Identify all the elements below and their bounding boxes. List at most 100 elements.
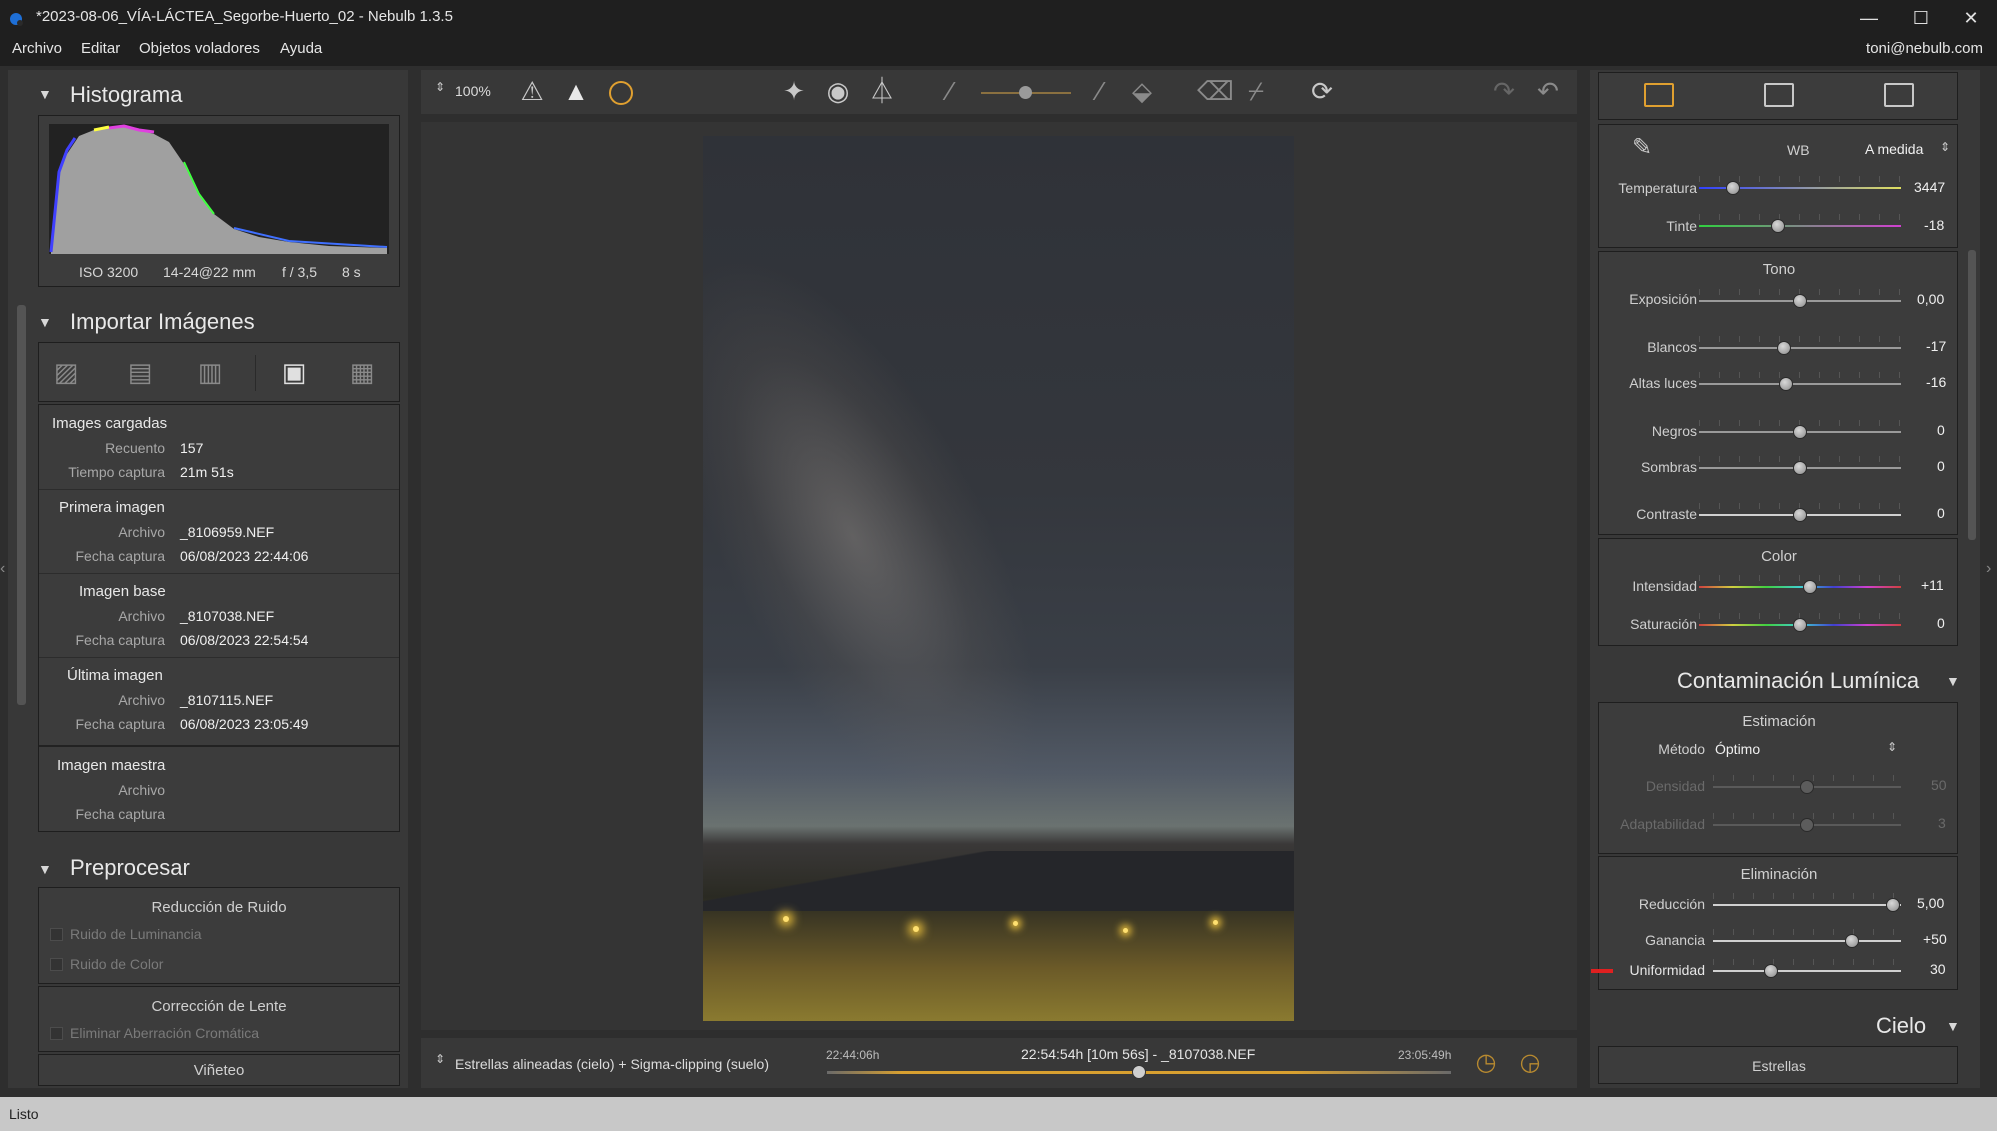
warning-outline-icon[interactable]: ⚠ xyxy=(517,76,547,106)
planet-icon[interactable]: ◉ xyxy=(823,76,853,106)
reduction-value[interactable]: 5,00 xyxy=(1917,895,1944,911)
close-button[interactable]: ✕ xyxy=(1945,0,1997,36)
tint-knob[interactable] xyxy=(1770,219,1785,233)
highlights-value[interactable]: -16 xyxy=(1926,374,1946,390)
contrast-value[interactable]: 0 xyxy=(1937,505,1945,521)
clock-back-icon[interactable]: ◶ xyxy=(1515,1048,1545,1078)
chromatic-aberration-checkbox[interactable] xyxy=(50,1027,63,1040)
vignette-box[interactable]: Viñeteo xyxy=(38,1054,400,1086)
reduction-slider[interactable] xyxy=(1713,893,1901,913)
whites-value[interactable]: -17 xyxy=(1926,338,1946,354)
gain-slider[interactable] xyxy=(1713,929,1901,949)
zoom-level[interactable]: 100% xyxy=(455,83,491,99)
method-value[interactable]: Óptimo xyxy=(1715,741,1760,757)
undo-icon[interactable]: ↶ xyxy=(1533,76,1563,106)
highlights-slider[interactable] xyxy=(1699,372,1901,392)
saturation-slider[interactable] xyxy=(1699,613,1901,633)
magic-wand-icon[interactable]: ⁄ xyxy=(935,76,965,106)
method-spinner-icon[interactable]: ⇕ xyxy=(1887,740,1897,754)
density-knob[interactable] xyxy=(1800,780,1814,794)
eraser-icon[interactable]: ⌫ xyxy=(1197,76,1234,106)
left-collapse-arrow-icon[interactable]: ‹ xyxy=(0,560,8,610)
density-slider[interactable] xyxy=(1713,775,1901,795)
menu-objetos-voladores[interactable]: Objetos voladores xyxy=(139,40,260,57)
shadows-slider[interactable] xyxy=(1699,456,1901,476)
saturation-value[interactable]: 0 xyxy=(1937,615,1945,631)
temperature-value[interactable]: 3447 xyxy=(1914,179,1945,195)
light-pollution-collapse-icon[interactable]: ▼ xyxy=(1946,673,1960,689)
shadows-value[interactable]: 0 xyxy=(1937,458,1945,474)
menu-ayuda[interactable]: Ayuda xyxy=(280,40,322,57)
luminance-noise-checkbox[interactable] xyxy=(50,928,63,941)
gain-value[interactable]: +50 xyxy=(1923,931,1947,947)
exposure-knob[interactable] xyxy=(1793,294,1807,308)
user-account[interactable]: toni@nebulb.com xyxy=(1866,40,1983,57)
whites-knob[interactable] xyxy=(1776,341,1791,355)
contrast-knob[interactable] xyxy=(1793,508,1807,522)
right-scrollbar[interactable] xyxy=(1968,250,1976,540)
sky-collapse-icon[interactable]: ▼ xyxy=(1946,1018,1960,1034)
maximize-button[interactable]: ☐ xyxy=(1895,0,1947,36)
import-paste-icon[interactable]: ▦ xyxy=(347,357,377,387)
shadows-knob[interactable] xyxy=(1793,461,1807,475)
tint-slider[interactable] xyxy=(1699,214,1901,234)
exposure-value[interactable]: 0,00 xyxy=(1917,291,1944,307)
import-photos-icon[interactable]: ▨ xyxy=(51,357,81,387)
fill-bucket-icon[interactable]: ⬙ xyxy=(1127,76,1157,106)
temperature-knob[interactable] xyxy=(1726,181,1741,195)
import-collapse-icon[interactable]: ▼ xyxy=(38,314,52,330)
uniformity-value[interactable]: 30 xyxy=(1930,961,1946,977)
zoom-spinner-icon[interactable]: ⇕ xyxy=(435,80,445,94)
stars-icon[interactable]: ✦ xyxy=(779,76,809,106)
minimize-button[interactable]: — xyxy=(1843,0,1895,36)
image-canvas[interactable] xyxy=(421,122,1577,1030)
refresh-icon[interactable]: ⟳ xyxy=(1307,76,1337,106)
broom-icon[interactable]: ⌿ xyxy=(1241,76,1271,106)
tint-value[interactable]: -18 xyxy=(1924,217,1944,233)
tower-icon[interactable]: ⏃ xyxy=(867,76,897,106)
warning-filled-icon[interactable]: ▲ xyxy=(561,76,591,106)
tab-develop-icon[interactable] xyxy=(1644,83,1674,107)
tab-frame-icon[interactable] xyxy=(1884,83,1914,107)
clock-forward-icon[interactable]: ◷ xyxy=(1471,1048,1501,1078)
eyedropper-icon[interactable]: ✎ xyxy=(1627,133,1657,163)
adaptability-knob[interactable] xyxy=(1800,818,1814,832)
preprocess-collapse-icon[interactable]: ▼ xyxy=(38,861,52,877)
temperature-slider[interactable] xyxy=(1699,176,1901,196)
import-clipboard-icon[interactable]: ▥ xyxy=(195,357,225,387)
blacks-slider[interactable] xyxy=(1699,420,1901,440)
adaptability-slider[interactable] xyxy=(1713,813,1901,833)
blacks-knob[interactable] xyxy=(1793,425,1807,439)
color-noise-checkbox[interactable] xyxy=(50,958,63,971)
brush-icon[interactable]: ⁄ xyxy=(1085,76,1115,106)
brush-size-knob[interactable] xyxy=(1019,86,1032,99)
import-image-icon[interactable]: ▣ xyxy=(279,357,309,387)
left-scrollbar[interactable] xyxy=(17,305,26,705)
right-collapse-arrow-icon[interactable]: › xyxy=(1986,560,1997,610)
histogram-collapse-icon[interactable]: ▼ xyxy=(38,86,52,102)
wb-value[interactable]: A medida xyxy=(1865,141,1923,157)
redo-icon[interactable]: ↷ xyxy=(1489,76,1519,106)
gain-knob[interactable] xyxy=(1845,934,1860,948)
intensity-slider[interactable] xyxy=(1699,575,1901,595)
tab-image-icon[interactable] xyxy=(1764,83,1794,107)
mode-spinner-icon[interactable]: ⇕ xyxy=(435,1052,445,1066)
uniformity-slider[interactable] xyxy=(1713,959,1901,979)
reduction-knob[interactable] xyxy=(1886,898,1901,912)
exposure-slider[interactable] xyxy=(1699,289,1901,309)
stacking-mode[interactable]: Estrellas alineadas (cielo) + Sigma-clip… xyxy=(455,1056,769,1072)
timeline-knob[interactable] xyxy=(1132,1065,1146,1079)
palette-icon[interactable] xyxy=(609,81,633,105)
wb-spinner-icon[interactable]: ⇕ xyxy=(1940,140,1950,154)
import-video-icon[interactable]: ▤ xyxy=(125,357,155,387)
blacks-value[interactable]: 0 xyxy=(1937,422,1945,438)
stars-box[interactable]: Estrellas xyxy=(1598,1046,1958,1084)
intensity-value[interactable]: +11 xyxy=(1921,577,1944,593)
uniformity-knob[interactable] xyxy=(1764,964,1779,978)
menu-archivo[interactable]: Archivo xyxy=(12,40,62,57)
whites-slider[interactable] xyxy=(1699,336,1901,356)
intensity-knob[interactable] xyxy=(1803,580,1818,594)
contrast-slider[interactable] xyxy=(1699,503,1901,523)
saturation-knob[interactable] xyxy=(1793,618,1807,632)
highlights-knob[interactable] xyxy=(1778,377,1793,391)
